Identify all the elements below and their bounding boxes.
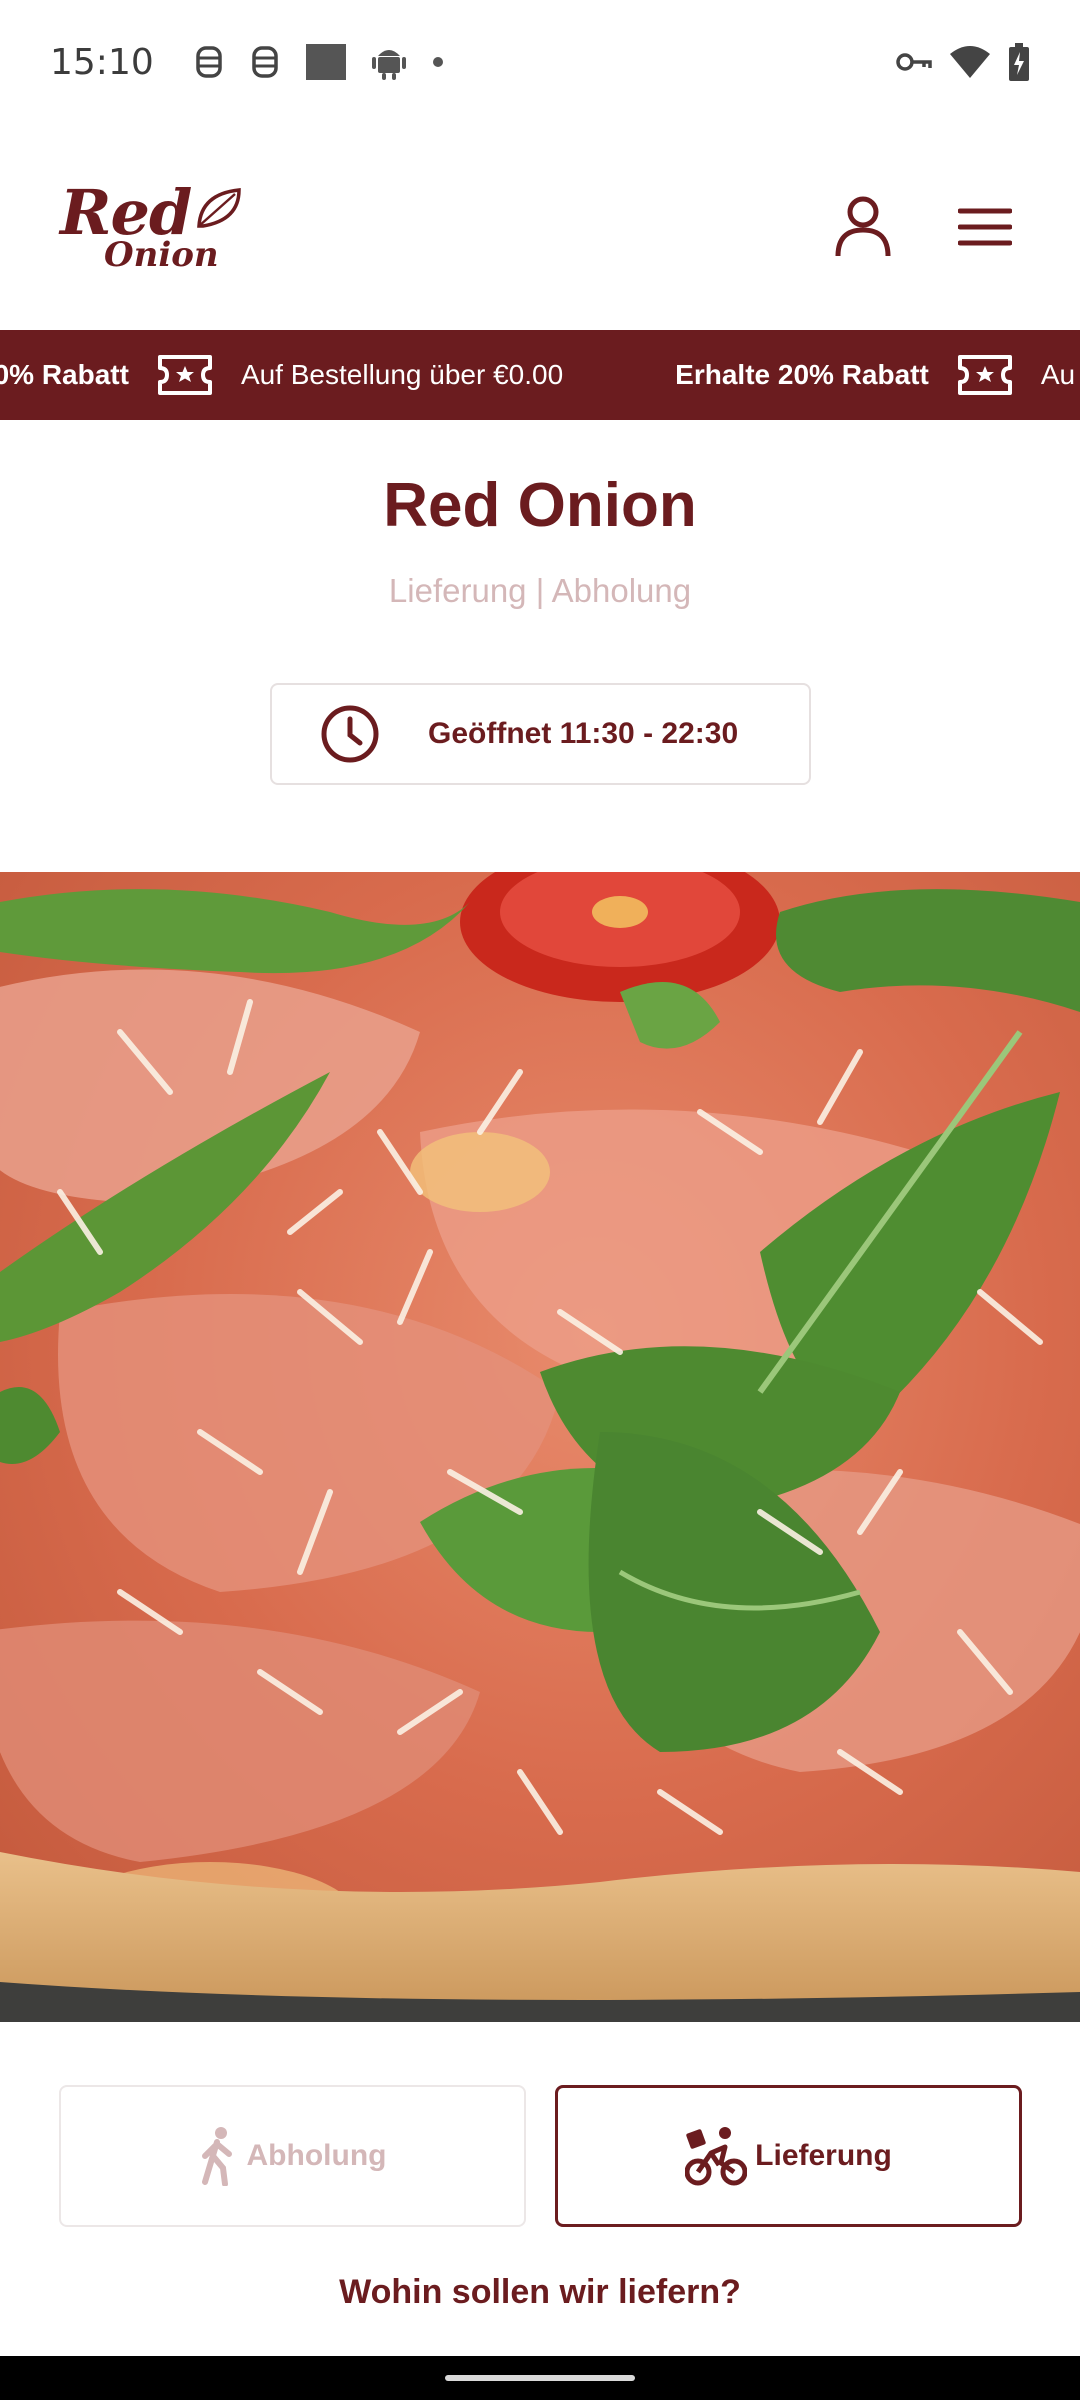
promo-detail: Au bbox=[1040, 359, 1076, 390]
battery-charging-icon bbox=[1008, 43, 1030, 81]
dot-icon bbox=[432, 56, 444, 68]
delivery-bike-icon bbox=[685, 2125, 748, 2187]
ticket-star-icon bbox=[957, 354, 1013, 396]
promo-headline: 20% Rabatt bbox=[0, 359, 129, 390]
delivery-address-prompt: Wohin sollen wir liefern? bbox=[339, 2273, 741, 2311]
vpn-key-icon bbox=[896, 51, 932, 73]
opening-hours-badge[interactable]: Geöffnet 11:30 - 22:30 bbox=[270, 683, 811, 785]
status-notification-icons bbox=[194, 44, 444, 80]
pickup-mode-button[interactable]: Abholung bbox=[59, 2085, 526, 2227]
status-system-icons bbox=[896, 43, 1030, 81]
red-onion-logo[interactable]: Red Onion bbox=[60, 182, 245, 272]
app-header: Red Onion bbox=[0, 124, 1080, 330]
delivery-mode-button[interactable]: Lieferung bbox=[555, 2085, 1022, 2227]
system-navigation-bar bbox=[0, 2356, 1080, 2400]
clock-icon bbox=[320, 704, 380, 764]
ticket-star-icon bbox=[157, 354, 213, 396]
onion-leaf-icon bbox=[195, 186, 245, 234]
promo-headline: Erhalte 20% Rabatt bbox=[675, 359, 929, 390]
delivery-mode-label: Lieferung bbox=[755, 2139, 892, 2172]
menu-icon[interactable] bbox=[950, 192, 1020, 262]
walking-person-icon bbox=[199, 2126, 239, 2186]
wifi-icon bbox=[950, 46, 990, 78]
opening-hours-text: Geöffnet 11:30 - 22:30 bbox=[428, 717, 739, 750]
account-icon[interactable] bbox=[828, 192, 898, 262]
service-modes-subtitle: Lieferung | Abholung bbox=[388, 572, 692, 609]
status-time: 15:10 bbox=[50, 41, 154, 83]
image-placeholder-icon bbox=[305, 44, 346, 80]
pickup-mode-label: Abholung bbox=[246, 2139, 387, 2172]
promo-banner[interactable]: 20% Rabatt Auf Bestellung über €0.00 Erh… bbox=[0, 330, 1080, 420]
home-gesture-handle[interactable] bbox=[445, 2375, 635, 2381]
promo-detail: Auf Bestellung über €0.00 bbox=[240, 359, 564, 390]
status-bar: 15:10 bbox=[0, 0, 1080, 124]
notification-robot-icon bbox=[250, 44, 280, 80]
pizza-hero-image bbox=[0, 872, 1080, 2022]
android-icon bbox=[371, 44, 406, 80]
restaurant-name: Red Onion bbox=[383, 471, 697, 540]
logo-text-onion: Onion bbox=[104, 235, 219, 275]
notification-robot-icon bbox=[194, 44, 224, 80]
